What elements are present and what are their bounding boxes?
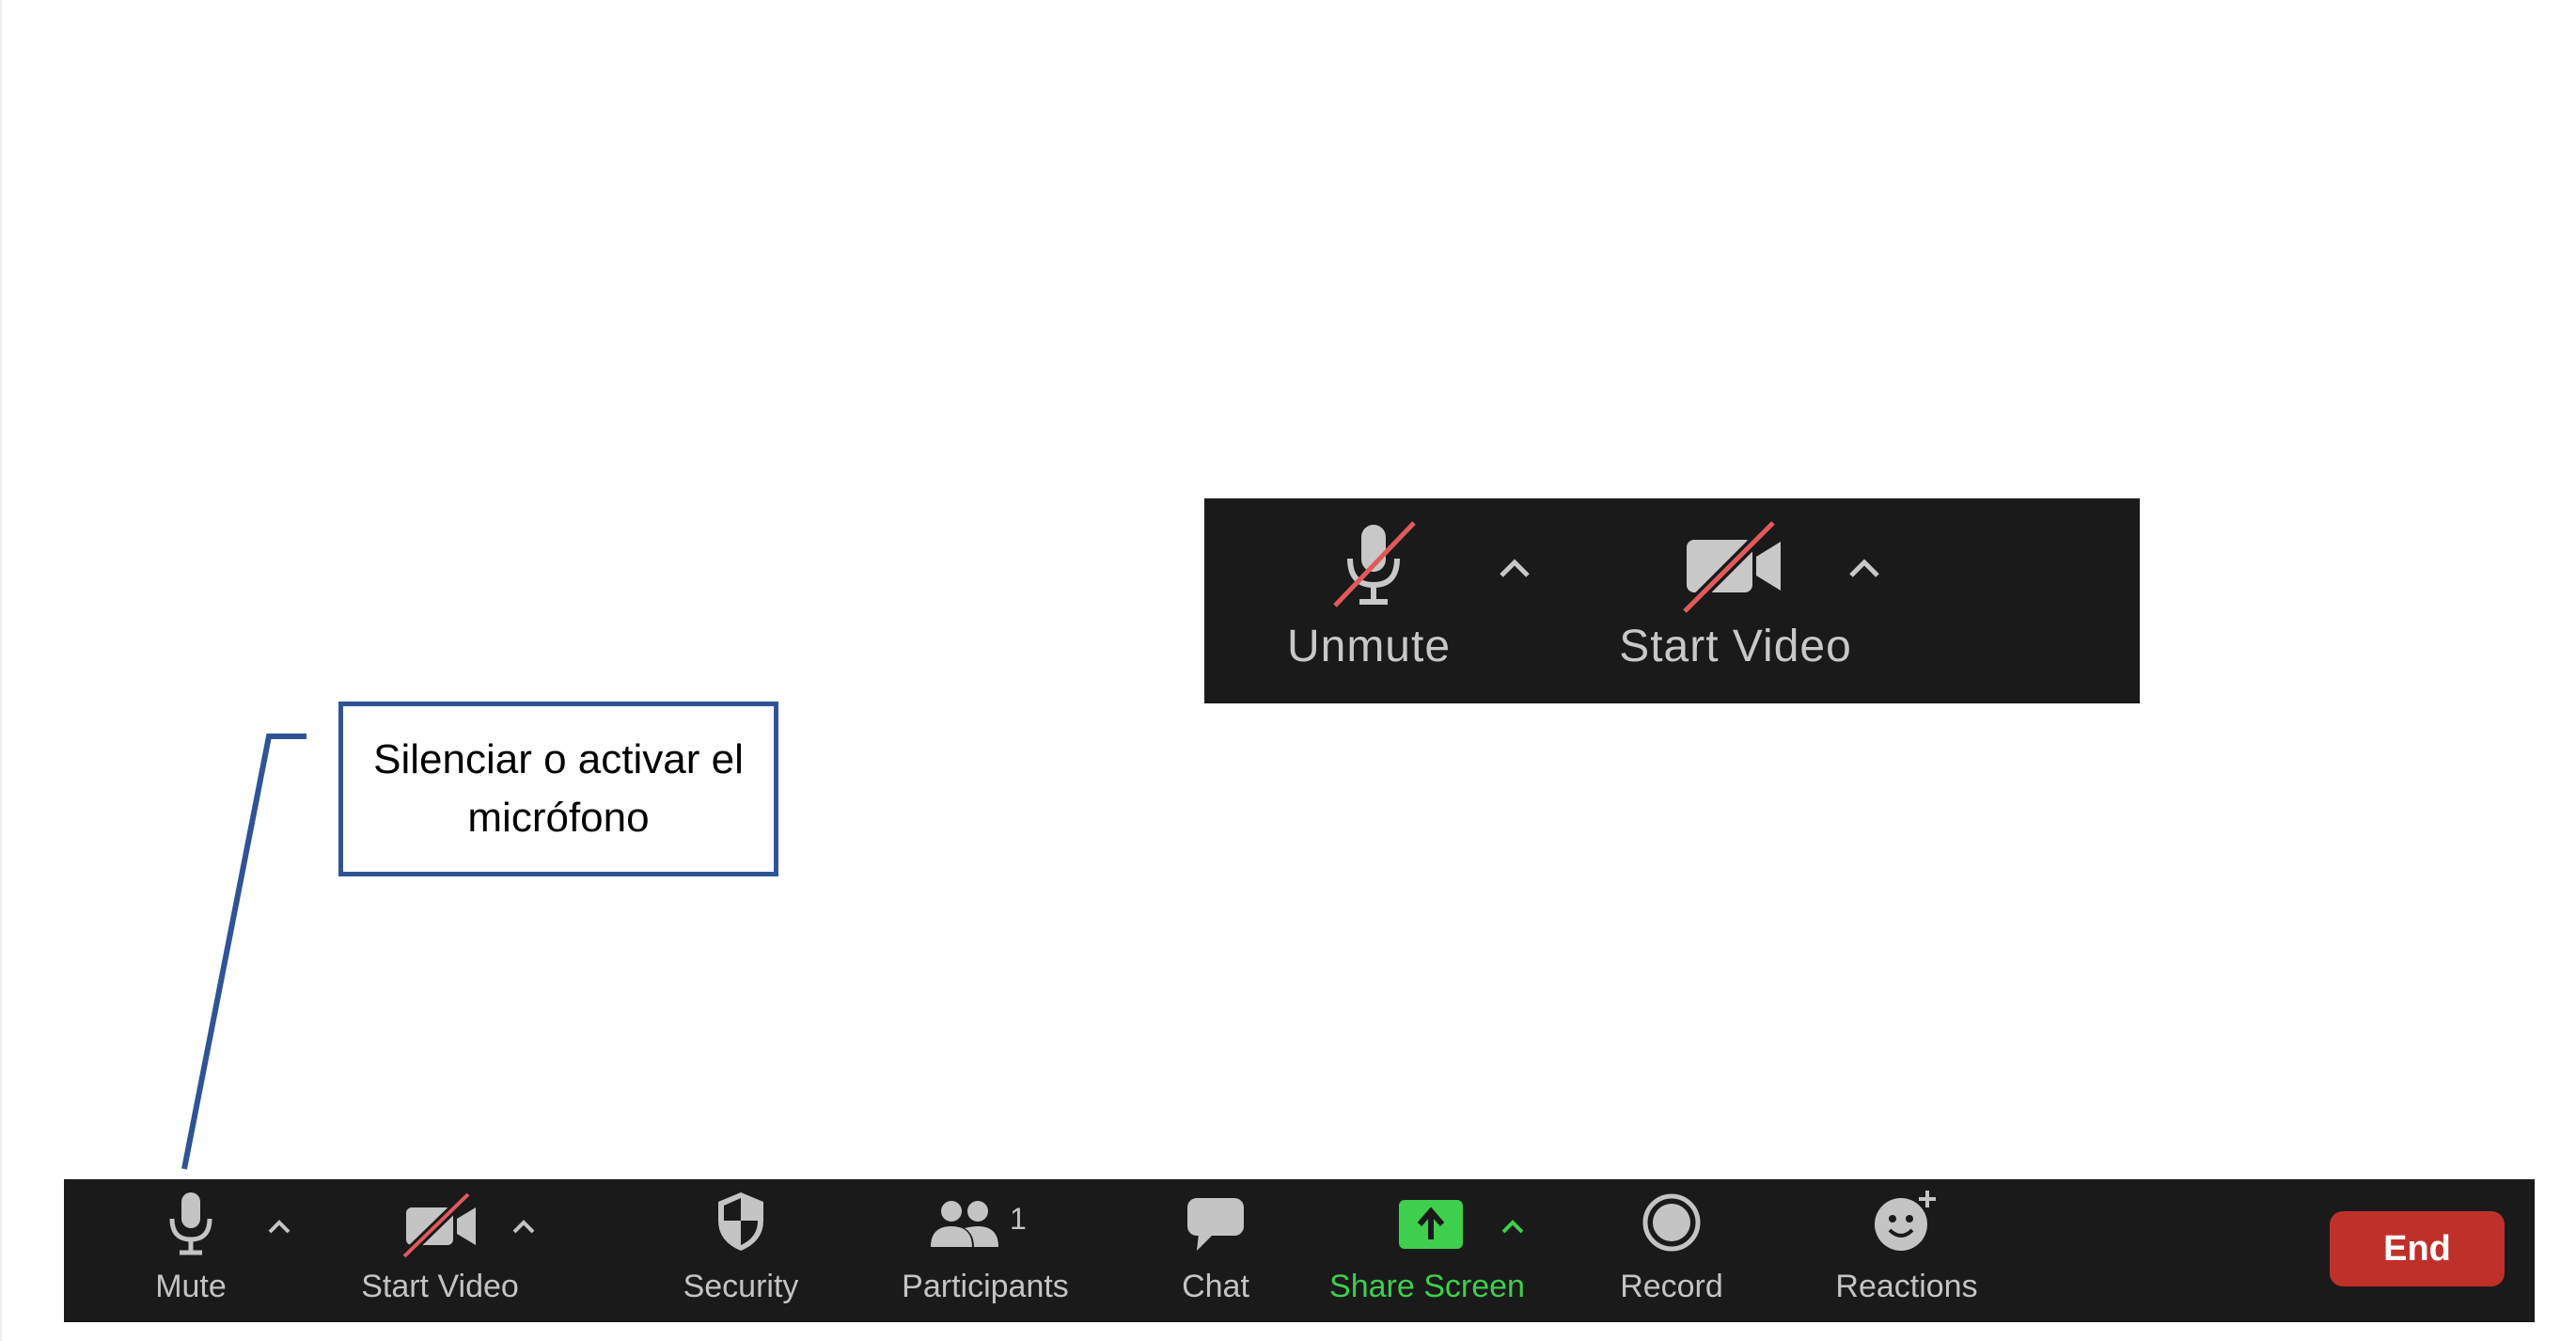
mute-button[interactable]: Mute [120,1179,261,1322]
reactions-label: Reactions [1835,1269,1978,1304]
record-icon [1642,1193,1701,1252]
record-label: Record [1620,1269,1723,1304]
share-screen-button[interactable]: Share Screen [1305,1179,1549,1322]
callout-box: Silenciar o activar el micrófono [338,702,778,876]
participants-label: Participants [902,1269,1069,1304]
caret-up-icon[interactable] [510,1215,538,1238]
share-screen-icon [1399,1200,1463,1249]
meeting-toolbar: Mute Start Video Security 1 Participants… [64,1179,2535,1322]
participants-button[interactable]: 1 Participants [863,1179,1107,1322]
start-video-label: Start Video [361,1269,519,1304]
mute-label: Mute [155,1269,227,1304]
reactions-button[interactable]: Reactions [1813,1179,2001,1322]
end-button[interactable]: End [2330,1211,2505,1286]
callout-pointer-line [181,734,306,1170]
security-label: Security [683,1269,799,1304]
participants-count: 1 [1010,1202,1027,1236]
start-video-button[interactable]: Start Video [337,1179,543,1322]
caret-up-icon[interactable] [265,1215,293,1238]
callout-text: Silenciar o activar el micrófono [352,731,765,847]
chat-label: Chat [1182,1269,1249,1304]
video-camera-muted-icon [402,1192,476,1258]
shield-icon [718,1192,763,1251]
chat-button[interactable]: Chat [1145,1179,1286,1322]
callout-line-1: Silenciar o activar el [373,736,744,782]
security-button[interactable]: Security [656,1179,825,1322]
caret-up-icon[interactable] [1499,1215,1527,1238]
participants-icon [931,1201,998,1247]
share-screen-label: Share Screen [1329,1269,1525,1304]
reactions-icon [1875,1191,1936,1251]
callout-line-2: micrófono [467,795,650,841]
microphone-icon [169,1192,212,1255]
record-button[interactable]: Record [1596,1179,1747,1322]
chat-bubble-icon [1187,1198,1244,1251]
